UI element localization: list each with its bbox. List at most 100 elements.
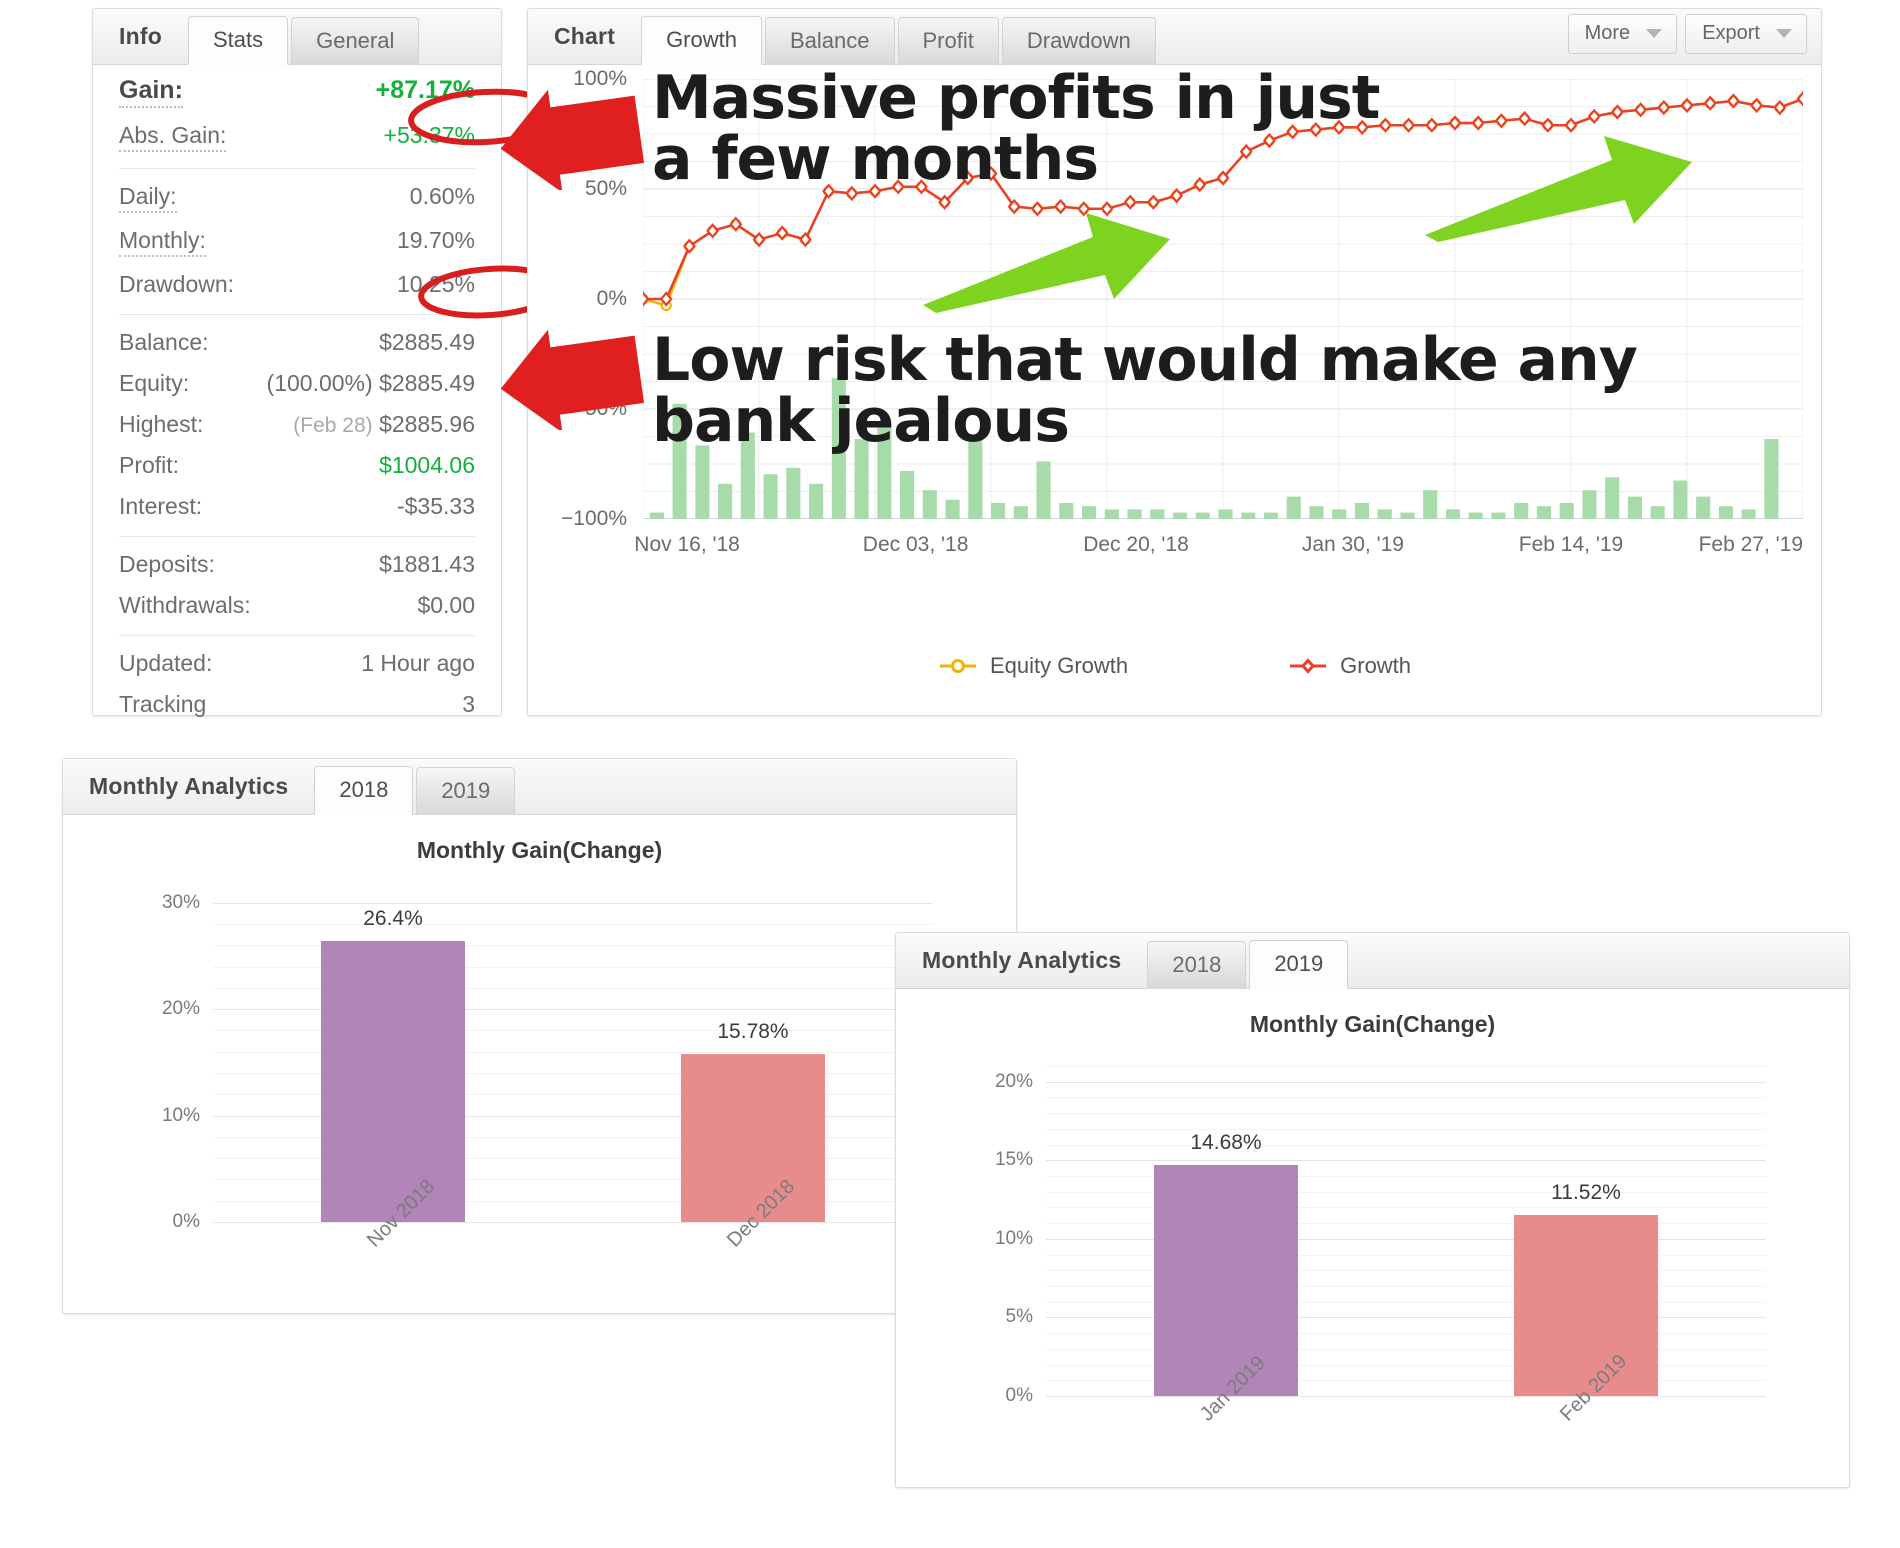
stat-label-gain: Gain: [119, 76, 183, 108]
monthly-bar[interactable] [681, 1054, 825, 1222]
monthly-2018-chart-title: Monthly Gain(Change) [416, 837, 663, 863]
monthly-bar-value-label: 15.78% [717, 1020, 789, 1044]
stat-value-monthly: 19.70% [396, 227, 475, 253]
stat-value-withdrawals: $0.00 [417, 592, 475, 618]
stat-prefix-highest: (Feb 28) [293, 414, 373, 437]
more-button[interactable]: More [1567, 14, 1678, 54]
headline-line-2: a few months [652, 124, 1099, 195]
monthly-2019-tabbar: Monthly Analytics 2018 2019 [896, 933, 1849, 989]
monthly-2018-tabbar: Monthly Analytics 2018 2019 [63, 759, 1016, 815]
tab-2018[interactable]: 2018 [314, 765, 414, 815]
stat-value-equity: $2885.49 [379, 370, 475, 396]
monthly-2019-plot: 0% 5% 10% 15% 20% 14.68% Jan 2019 11.52% Feb 201… [896, 1038, 1849, 1478]
headline-annotation-1: Massive profits in just a few months [652, 63, 1380, 195]
headline-line-3: Low risk that would make any [652, 325, 1638, 395]
legend-item-growth[interactable]: Growth [1288, 653, 1411, 679]
green-arrow-1-icon [923, 213, 1170, 313]
legend-label-growth: Growth [1340, 653, 1412, 678]
export-button-label: Export [1702, 22, 1760, 44]
equity-growth-marker-icon [939, 659, 976, 673]
stat-label-updated: Updated: [119, 650, 213, 676]
stat-label-profit: Profit: [119, 452, 180, 478]
stat-label-monthly: Monthly: [119, 227, 206, 257]
growth-x-tick: Nov 16, '18 [634, 533, 740, 556]
monthly-analytics-2019-panel: Monthly Analytics 2018 2019 Monthly Gain… [895, 932, 1850, 1488]
stat-value-daily: 0.60% [409, 183, 475, 209]
tab-growth[interactable]: Growth [641, 15, 762, 65]
growth-y-tick: −100% [561, 507, 627, 530]
stat-label-deposits: Deposits: [119, 551, 215, 577]
stat-row-deposits: Deposits: $1881.43 [119, 544, 475, 585]
stat-row-profit: Profit: $1004.06 [119, 445, 475, 486]
headline-line-1: Massive profits in just [652, 63, 1380, 133]
tab-2019[interactable]: 2019 [1249, 939, 1349, 989]
monthly-bar[interactable] [1154, 1165, 1298, 1396]
tab-profit[interactable]: Profit [897, 16, 999, 65]
divider [119, 168, 475, 169]
tab-2019[interactable]: 2019 [416, 766, 516, 815]
monthly-y-tick: 10% [994, 1227, 1033, 1249]
chevron-down-icon [1646, 29, 1663, 38]
stat-value-updated: 1 Hour ago [361, 650, 475, 676]
tab-balance[interactable]: Balance [764, 16, 895, 65]
stat-label-drawdown: Drawdown: [119, 271, 235, 297]
stat-label-highest: Highest: [119, 411, 204, 437]
stat-row-interest: Interest: -$35.33 [119, 486, 475, 527]
growth-legend: Equity Growth Growth [528, 653, 1821, 679]
monthly-y-tick: 20% [161, 998, 200, 1020]
stat-value-profit: $1004.06 [379, 452, 475, 478]
stat-row-withdrawals: Withdrawals: $0.00 [119, 585, 475, 626]
gridline [1046, 1113, 1766, 1115]
chart-tabbar: Chart Growth Balance Profit Drawdown Mor… [528, 9, 1821, 65]
monthly-bar[interactable] [1514, 1214, 1658, 1396]
monthly-2019-panel-title: Monthly Analytics [922, 947, 1122, 973]
gridline [1046, 1128, 1766, 1130]
legend-item-equity-growth[interactable]: Equity Growth [938, 653, 1128, 679]
stat-row-highest: Highest: (Feb 28) $2885.96 [119, 404, 475, 445]
gridline [213, 902, 933, 904]
headline-line-4: bank jealous [652, 386, 1070, 457]
gridline [213, 1222, 933, 1223]
monthly-y-tick: 0% [172, 1211, 200, 1232]
tab-general[interactable]: General [291, 16, 420, 65]
growth-marker-icon [1290, 658, 1327, 674]
stat-prefix-equity: (100.00%) [266, 370, 373, 396]
red-arrow-gain-icon [500, 89, 645, 190]
red-arrow-drawdown-icon [500, 329, 645, 430]
growth-x-tick: Jan 30, '19 [1301, 533, 1404, 556]
export-button[interactable]: Export [1685, 14, 1807, 54]
monthly-y-tick: 15% [994, 1149, 1033, 1171]
tab-2018[interactable]: 2018 [1147, 940, 1247, 989]
gridline [1046, 1081, 1766, 1083]
monthly-bar-value-label: 14.68% [1190, 1131, 1262, 1155]
growth-x-tick: Dec 03, '18 [862, 533, 969, 556]
monthly-analytics-2018-panel: Monthly Analytics 2018 2019 Monthly Gain… [62, 758, 1017, 1314]
monthly-bar-value-label: 26.4% [363, 906, 423, 930]
chevron-down-icon [1776, 29, 1792, 38]
gridline [1046, 1097, 1766, 1099]
gridline [213, 923, 933, 925]
growth-x-tick: Dec 20, '18 [1083, 533, 1189, 556]
stat-value-tracking: 3 [462, 691, 475, 717]
tab-drawdown[interactable]: Drawdown [1001, 16, 1156, 65]
divider [119, 536, 475, 537]
chart-toolbar: More Export [1567, 14, 1807, 54]
stats-body: Gain: +87.17% Abs. Gain: +53.37% Daily: … [93, 65, 501, 725]
monthly-y-tick: 30% [161, 891, 200, 913]
stat-value-deposits: $1881.43 [379, 551, 475, 577]
gridline [1046, 1144, 1766, 1146]
stat-label-daily: Daily: [119, 183, 177, 213]
tab-stats[interactable]: Stats [187, 15, 289, 65]
monthly-bar-value-label: 11.52% [1551, 1180, 1621, 1204]
more-button-label: More [1584, 22, 1631, 44]
gridline [1046, 1066, 1766, 1067]
gridline [1046, 1160, 1766, 1162]
monthly-y-tick: 0% [1005, 1385, 1033, 1406]
legend-label-equity-growth: Equity Growth [989, 653, 1129, 678]
stats-tabbar: Info Stats General [93, 9, 501, 65]
stat-row-equity: Equity: (100.00%) $2885.49 [119, 363, 475, 404]
stat-value-interest: -$35.33 [396, 493, 475, 519]
stat-value-highest: $2885.96 [379, 411, 475, 437]
monthly-bar[interactable] [321, 940, 465, 1222]
divider [119, 635, 475, 636]
